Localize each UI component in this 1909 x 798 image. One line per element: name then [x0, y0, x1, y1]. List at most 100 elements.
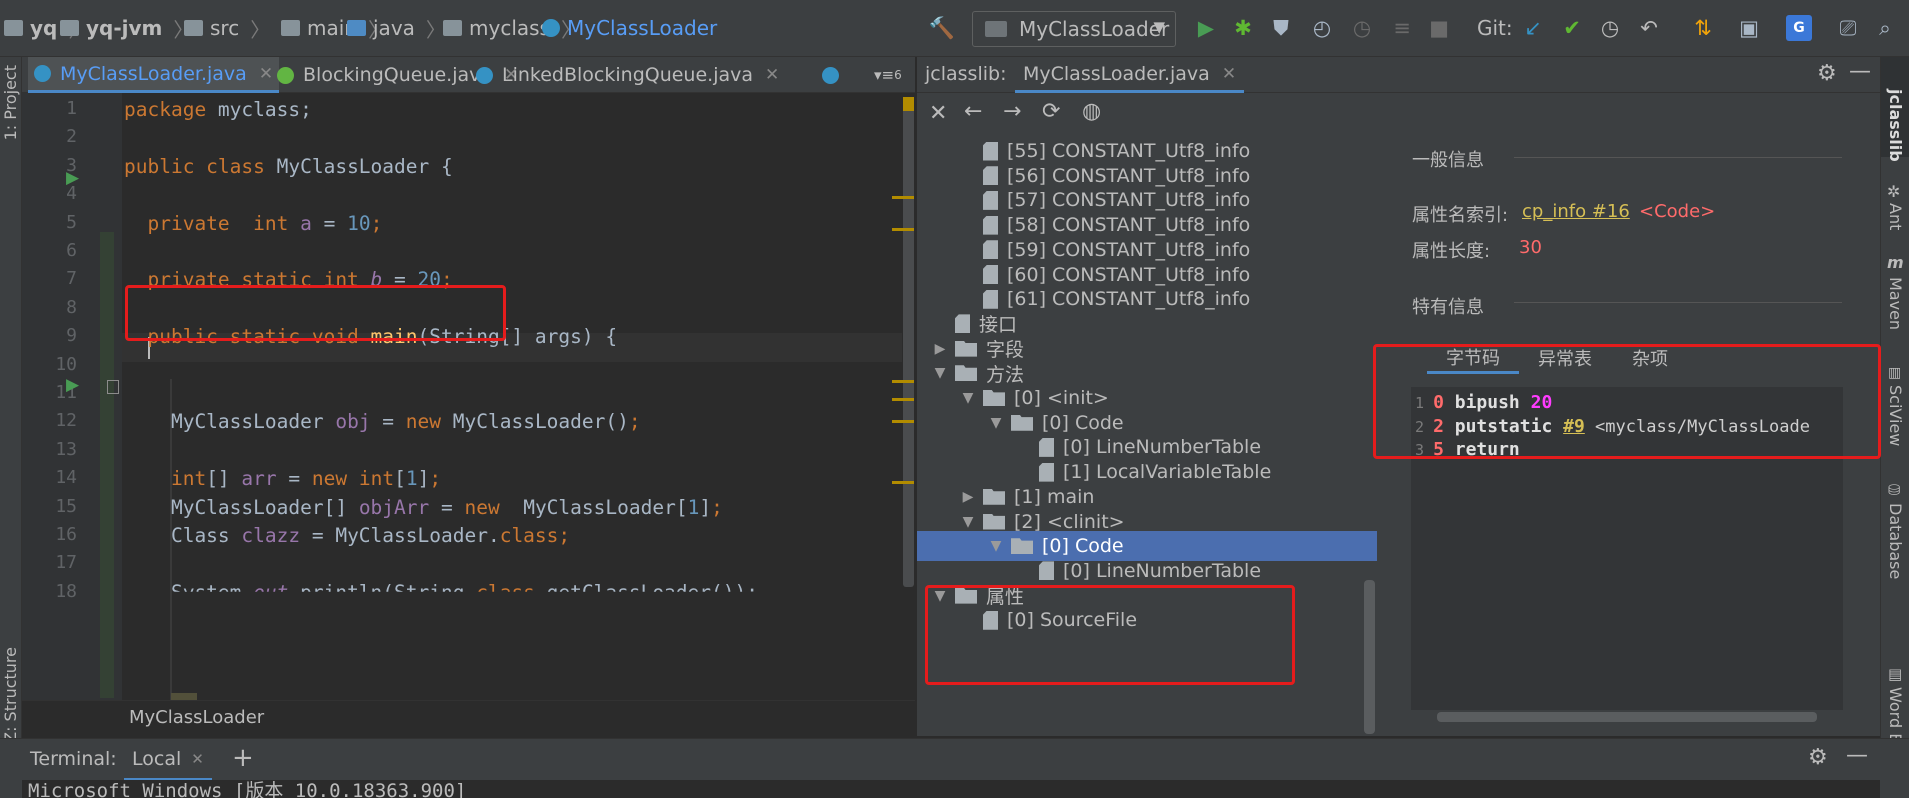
collapse-right-icon[interactable]: ▶ — [959, 489, 977, 505]
maven-tool-button[interactable]: Maven — [1886, 277, 1905, 330]
expand-down-icon[interactable]: ▼ — [987, 415, 1005, 431]
code-token: MyClassLoader — [124, 410, 336, 434]
debug-bug-icon[interactable]: ✱ — [1230, 15, 1256, 41]
add-terminal-plus-icon[interactable]: + — [232, 743, 254, 773]
ant-tool-button[interactable]: Ant — [1886, 203, 1905, 230]
code-line: Class clazz = MyClassLoader.class; — [124, 524, 570, 547]
cp-info-link[interactable]: cp_info #16 — [1522, 201, 1630, 222]
terminal-window-icon[interactable]: ⎚ — [1835, 15, 1861, 41]
search-icon[interactable]: ⌕ — [1872, 15, 1898, 41]
collapse-right-icon[interactable]: ▶ — [931, 341, 949, 357]
word-book-icon: ▤ — [1888, 665, 1903, 683]
minimize-icon[interactable]: — — [1849, 59, 1871, 84]
expand-down-icon[interactable]: ▼ — [931, 365, 949, 381]
run-main-gutter-icon[interactable]: ▶ — [66, 375, 79, 395]
tree-node-label: [60] CONSTANT_Utf8_info — [1007, 263, 1251, 286]
run-configuration-dropdown[interactable]: MyClassLoader ▼ — [972, 11, 1176, 47]
run-icon[interactable]: ▶ — [1193, 15, 1219, 41]
editor-scrollbar[interactable] — [902, 93, 915, 700]
tab-linkedblockingqueue[interactable]: LinkedBlockingQueue.java ✕ — [476, 57, 779, 93]
stop-icon[interactable]: ■ — [1426, 15, 1452, 41]
close-icon[interactable]: ✕ — [191, 750, 204, 768]
history-clock-icon[interactable]: ◷ — [1597, 15, 1623, 41]
close-icon[interactable]: ✕ — [765, 65, 779, 85]
step-icon[interactable]: ≡ — [1389, 15, 1415, 41]
expand-down-icon[interactable]: ▼ — [959, 390, 977, 406]
code-token: new int — [311, 467, 395, 491]
vcs-operations-icon[interactable]: ⇅ — [1690, 15, 1716, 41]
refresh-icon[interactable]: ⟳ — [1042, 99, 1060, 124]
class-icon — [542, 19, 560, 37]
annotation-box-clinit — [925, 585, 1295, 685]
close-icon[interactable]: ✕ — [1222, 64, 1236, 84]
profile-icon[interactable]: ◴ — [1309, 15, 1335, 41]
breadcrumb-class[interactable]: MyClassLoader — [129, 707, 264, 728]
database-tool-button[interactable]: Database — [1886, 503, 1905, 579]
project-structure-icon[interactable]: ▣ — [1736, 15, 1762, 41]
tab-jclasslib-file[interactable]: MyClassLoader.java ✕ — [1015, 57, 1245, 93]
tab-terminal-local[interactable]: Local ✕ — [124, 739, 212, 781]
close-icon[interactable]: ✕ — [929, 101, 947, 126]
back-arrow-icon[interactable]: ← — [964, 99, 982, 124]
structure-tool-button[interactable]: Z: Structure — [1, 647, 20, 743]
gear-icon[interactable]: ⚙ — [1817, 61, 1837, 86]
attach-icon[interactable]: ◷ — [1349, 15, 1375, 41]
forward-arrow-icon[interactable]: → — [1003, 99, 1021, 124]
code-line: MyClassLoader obj = new MyClassLoader(); — [124, 410, 641, 433]
translate-icon[interactable]: G — [1786, 15, 1812, 41]
gear-icon[interactable]: ⚙ — [1808, 745, 1828, 770]
terminal-output[interactable]: Microsoft Windows [版本 10.0.18363.900] — [22, 780, 1880, 798]
folder-icon — [955, 365, 977, 382]
code-token: a — [300, 211, 312, 235]
tree-node-label: [59] CONSTANT_Utf8_info — [1007, 238, 1251, 261]
close-icon[interactable]: ✕ — [259, 64, 273, 84]
editor-breadcrumb-bar: MyClassLoader — [22, 700, 915, 736]
sciview-tool-button[interactable]: SciView — [1886, 385, 1905, 446]
tree-scrollbar[interactable] — [1364, 580, 1375, 734]
web-globe-icon[interactable]: ◍ — [1082, 99, 1101, 124]
tree-node-label: [56] CONSTANT_Utf8_info — [1007, 164, 1251, 187]
code-token: 1 — [405, 467, 418, 491]
build-hammer-icon[interactable]: 🔨 — [929, 15, 955, 41]
line-number: 1 — [66, 98, 77, 119]
expand-down-icon[interactable]: ▼ — [959, 514, 977, 530]
specific-info-title: 特有信息 — [1412, 297, 1484, 318]
crumb-src[interactable]: src 〉 — [184, 13, 270, 43]
general-info-title: 一般信息 — [1412, 150, 1484, 171]
crumb-class[interactable]: MyClassLoader — [542, 13, 717, 43]
project-tool-button[interactable]: 1: Project — [1, 65, 20, 140]
code-token: new — [464, 495, 524, 519]
crumb-module[interactable]: yq-jvm〉 — [60, 13, 193, 43]
code-token: clazz — [241, 524, 301, 547]
code-token: MyClassLoader[ — [523, 495, 688, 519]
code-token: class — [499, 524, 559, 547]
coverage-icon[interactable]: ⛊ — [1268, 15, 1294, 41]
crumb-java[interactable]: java 〉 — [347, 13, 446, 43]
tab-myclassloader[interactable]: MyClassLoader.java ✕ — [28, 57, 280, 93]
tab-list-dropdown[interactable]: ▾≡ 6 — [874, 57, 902, 93]
file-icon — [983, 240, 998, 260]
scroll-thumb[interactable] — [903, 97, 914, 587]
tab-overflow-partial[interactable] — [822, 57, 848, 93]
run-class-gutter-icon[interactable]: ▶ — [66, 168, 79, 188]
git-update-icon[interactable]: ↙ — [1520, 15, 1546, 41]
line-number: 12 — [55, 410, 77, 432]
git-commit-check-icon[interactable]: ✔ — [1559, 15, 1585, 41]
expand-down-icon[interactable]: ▼ — [987, 538, 1005, 554]
code-token: ; — [711, 495, 723, 519]
rollback-icon[interactable]: ↶ — [1636, 15, 1662, 41]
code-line: private int a = 10; — [124, 212, 382, 235]
bytecode-h-scrollbar[interactable] — [1437, 712, 1817, 722]
line-number: 7 — [66, 268, 77, 290]
tree-node-label: [0] Code — [1042, 411, 1124, 434]
fold-icon[interactable] — [107, 380, 119, 394]
tree-node[interactable]: [0] LineNumberTable — [1015, 556, 1261, 586]
code-token: ] — [417, 467, 430, 491]
code-token: obj — [335, 410, 371, 434]
error-stripe-mark — [892, 228, 914, 231]
minimize-icon[interactable]: — — [1846, 743, 1868, 768]
code-line: MyClassLoader[] objArr = new MyClassLoad… — [124, 496, 723, 519]
file-icon — [955, 314, 970, 334]
jclasslib-tool-button[interactable]: jclasslib — [1886, 89, 1905, 162]
code-editor[interactable] — [122, 93, 902, 721]
